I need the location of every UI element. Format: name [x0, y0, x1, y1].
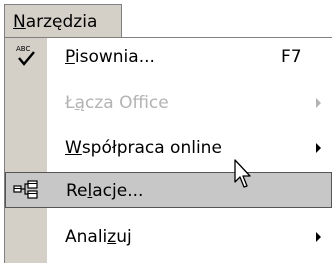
menu-item-analizuj[interactable]: Analizuj [5, 218, 332, 256]
menu-item-pisownia[interactable]: ABC Pisownia... F7 [5, 38, 332, 76]
relationships-icon [13, 180, 39, 205]
menu-item-label: Analizuj [65, 227, 132, 247]
menu-title-label: arzędzia [25, 11, 98, 32]
menu-item-wspolpraca-online[interactable]: Współpraca online [5, 129, 332, 167]
chevron-right-icon [316, 232, 322, 242]
shortcut-label: F7 [281, 47, 302, 67]
chevron-right-icon [316, 98, 322, 108]
spelling-check-icon: ABC [15, 43, 37, 74]
menu-item-label: Współpraca online [65, 138, 222, 158]
menu-bar: Narzędzia [0, 0, 332, 38]
chevron-right-icon [316, 143, 322, 153]
menu-item-label: Pisownia... [65, 47, 155, 67]
menu-item-relacje[interactable]: Relacje... [5, 172, 332, 208]
menu-title-accelerator: N [13, 11, 26, 32]
svg-text:ABC: ABC [16, 45, 30, 53]
dropdown-menu: ABC Pisownia... F7 Łącza Office Współpra… [4, 37, 332, 263]
menu-item-lacza-office: Łącza Office [5, 84, 332, 122]
mouse-pointer-icon [234, 159, 254, 196]
menu-item-label: Łącza Office [65, 93, 169, 113]
menu-item-label: Relacje... [66, 181, 144, 201]
menu-narzedzia[interactable]: Narzędzia [4, 4, 122, 38]
